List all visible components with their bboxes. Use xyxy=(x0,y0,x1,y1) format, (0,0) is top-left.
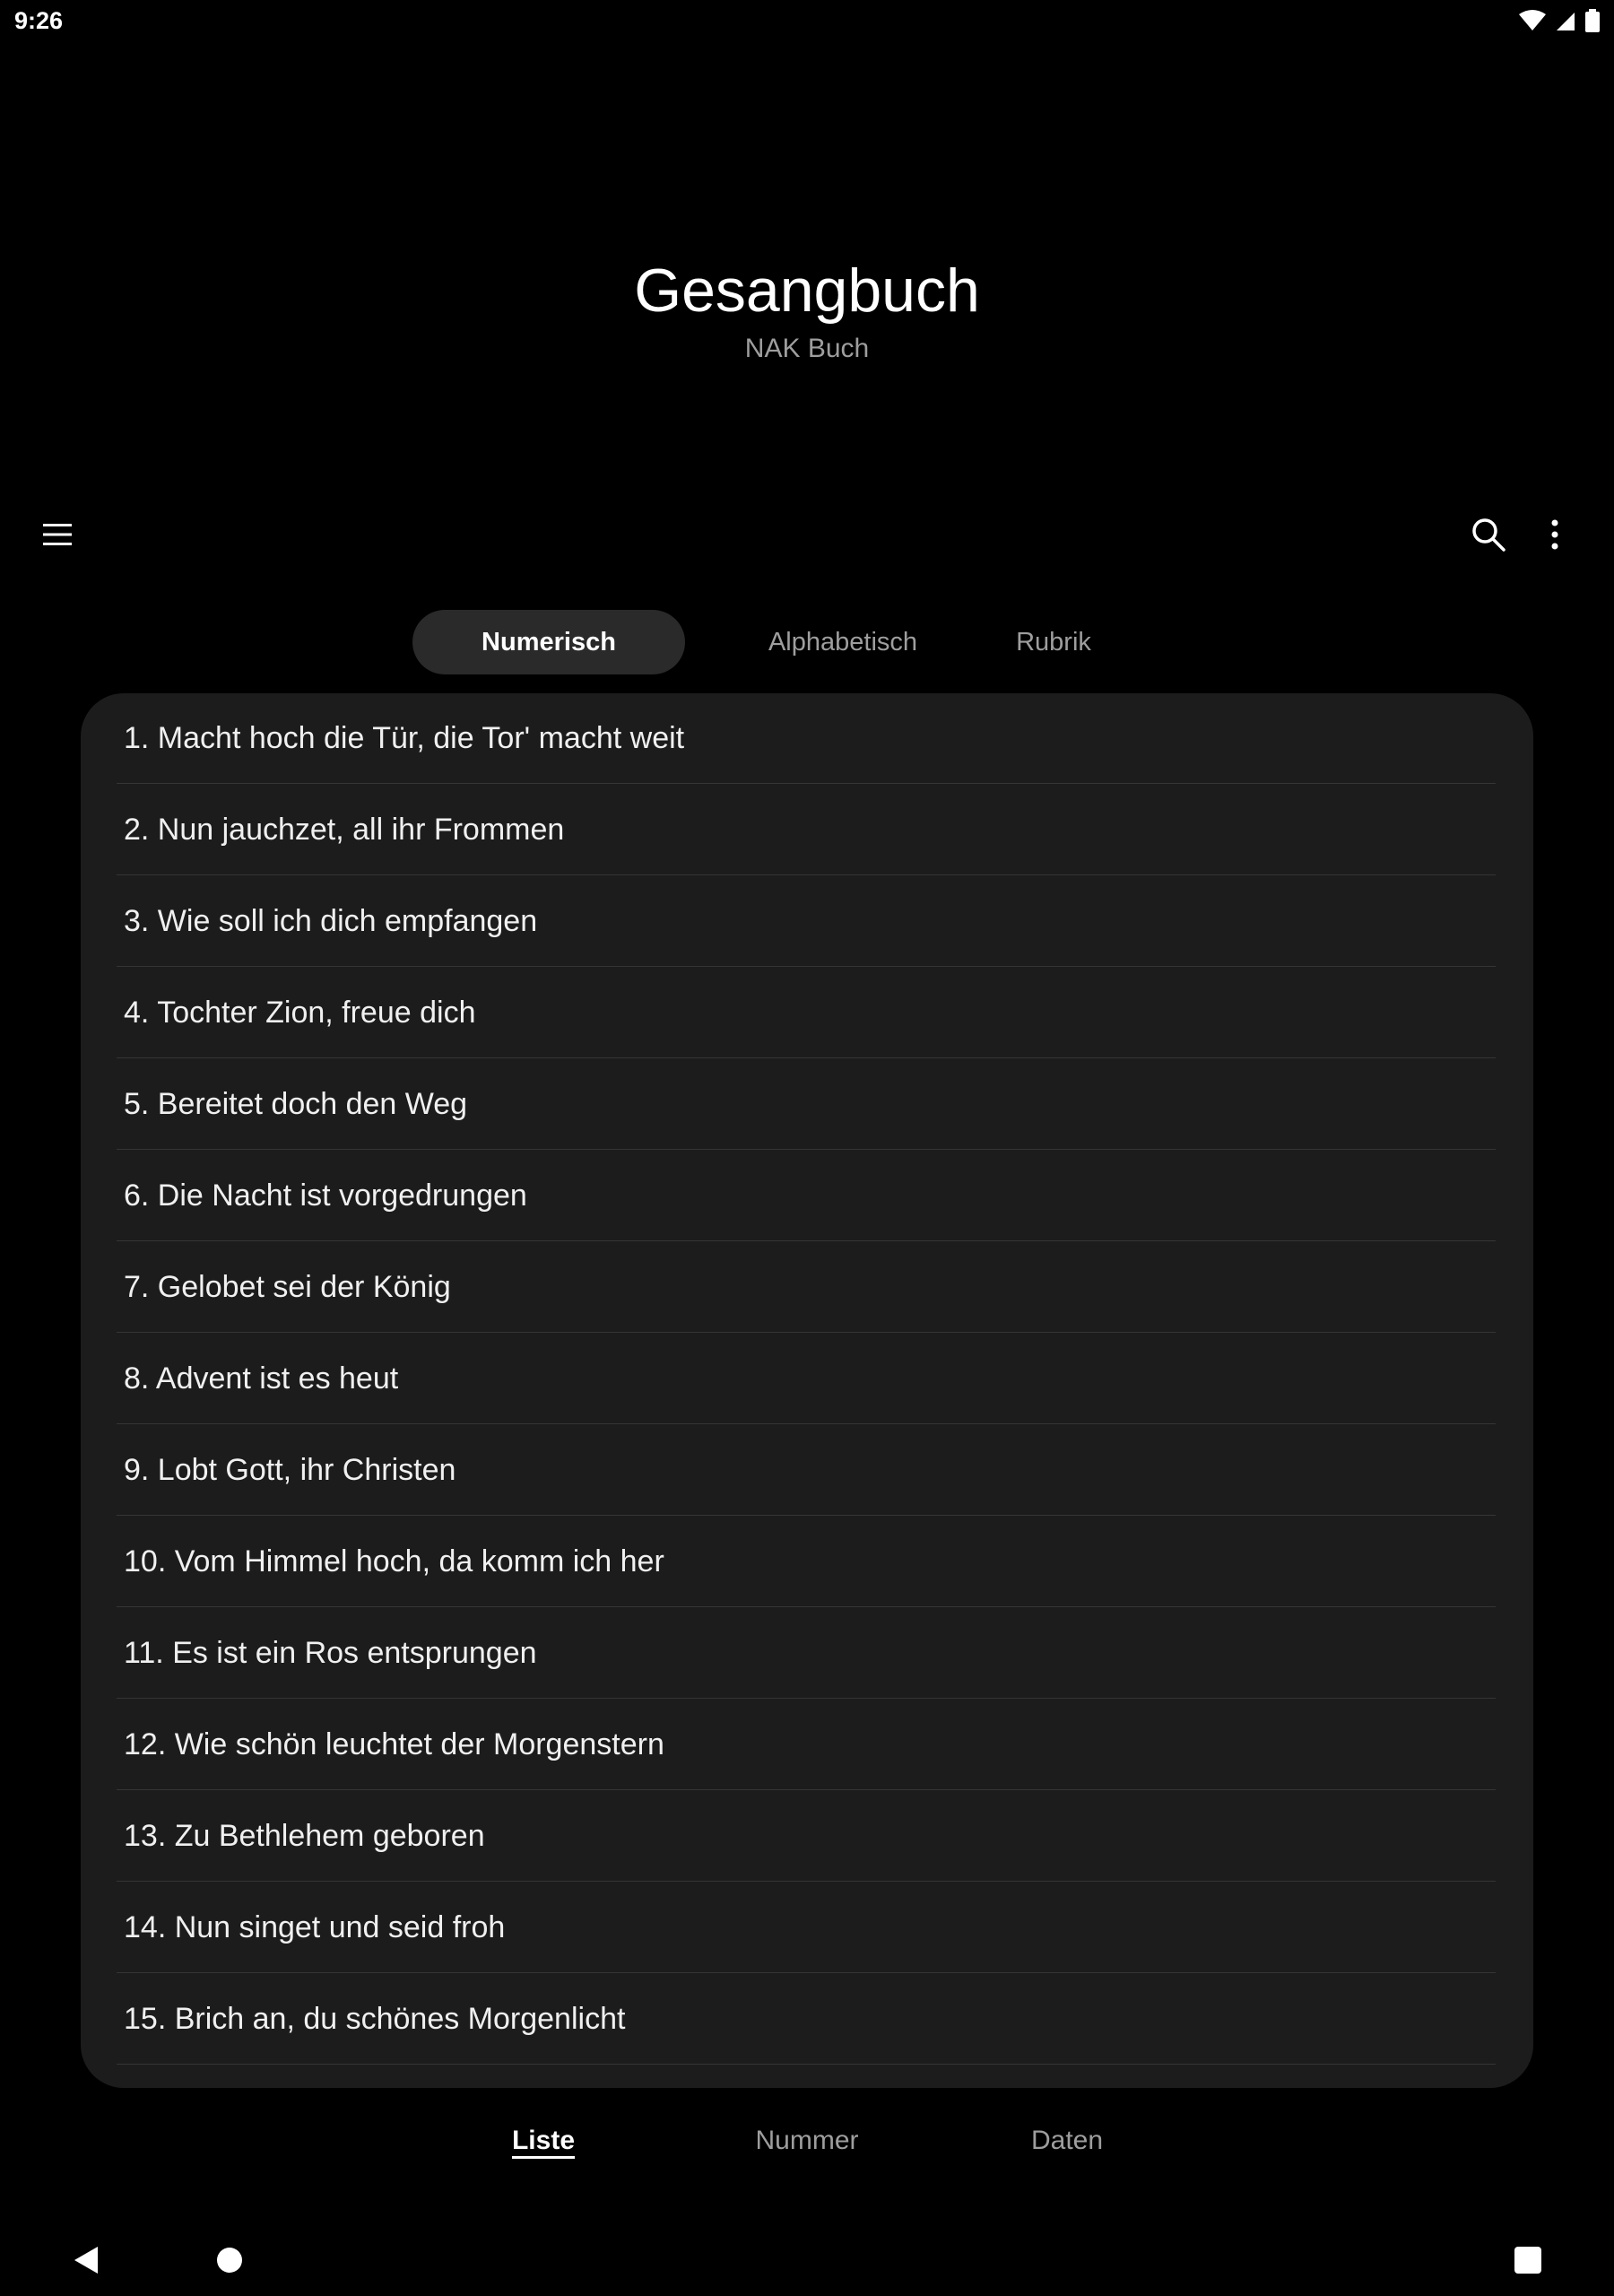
nav-liste[interactable]: Liste xyxy=(484,2126,603,2156)
hamburger-menu-icon xyxy=(43,524,72,545)
app-title: Gesangbuch xyxy=(634,257,980,325)
status-bar: 9:26 xyxy=(0,0,1614,45)
back-button[interactable] xyxy=(59,2233,113,2287)
list-item[interactable]: 9. Lobt Gott, ihr Christen xyxy=(117,1425,1496,1516)
list-item[interactable]: 2. Nun jauchzet, all ihr Frommen xyxy=(117,785,1496,875)
list-item[interactable]: 14. Nun singet und seid froh xyxy=(117,1883,1496,1973)
list-item[interactable]: 10. Vom Himmel hoch, da komm ich her xyxy=(117,1517,1496,1607)
recents-icon xyxy=(1514,2247,1541,2274)
search-button[interactable] xyxy=(1456,502,1521,567)
back-icon xyxy=(74,2247,98,2274)
cellular-signal-icon xyxy=(1557,13,1575,30)
more-vert-icon xyxy=(1551,519,1558,550)
status-icons xyxy=(1519,9,1600,32)
list-item[interactable]: 4. Tochter Zion, freue dich xyxy=(117,968,1496,1058)
status-time: 9:26 xyxy=(14,7,64,34)
search-icon xyxy=(1472,518,1506,552)
list-item[interactable]: 5. Bereitet doch den Weg xyxy=(117,1059,1496,1150)
more-options-button[interactable] xyxy=(1523,502,1587,567)
home-icon xyxy=(217,2248,242,2273)
tab-rubrik[interactable]: Rubrik xyxy=(986,610,1121,674)
sort-tabs: Numerisch Alphabetisch Rubrik xyxy=(412,610,1202,674)
recents-button[interactable] xyxy=(1501,2233,1555,2287)
menu-button[interactable] xyxy=(25,502,90,567)
tab-alphabetisch[interactable]: Alphabetisch xyxy=(708,610,977,674)
list-item[interactable]: 12. Wie schön leuchtet der Morgenstern xyxy=(117,1700,1496,1790)
tab-numerisch[interactable]: Numerisch xyxy=(412,610,685,674)
list-item[interactable]: 8. Advent ist es heut xyxy=(117,1334,1496,1424)
wifi-icon xyxy=(1519,10,1546,30)
list-item[interactable]: 3. Wie soll ich dich empfangen xyxy=(117,876,1496,967)
list-item[interactable]: 11. Es ist ein Ros entsprungen xyxy=(117,1608,1496,1699)
system-navigation-bar xyxy=(0,2215,1614,2296)
list-item[interactable]: 7. Gelobet sei der König xyxy=(117,1242,1496,1333)
list-item[interactable]: 15. Brich an, du schönes Morgenlicht xyxy=(117,1974,1496,2065)
battery-icon xyxy=(1585,9,1600,32)
bottom-navigation: Liste Nummer Daten xyxy=(0,2117,1614,2170)
list-item[interactable]: 1. Macht hoch die Tür, die Tor' macht we… xyxy=(117,693,1496,784)
list-item[interactable]: 13. Zu Bethlehem geboren xyxy=(117,1791,1496,1882)
nav-daten[interactable]: Daten xyxy=(1013,2126,1121,2156)
app-subtitle: NAK Buch xyxy=(744,334,870,363)
song-list: 1. Macht hoch die Tür, die Tor' macht we… xyxy=(81,693,1533,2088)
home-button[interactable] xyxy=(203,2233,256,2287)
nav-nummer[interactable]: Nummer xyxy=(735,2126,879,2156)
list-item[interactable]: 6. Die Nacht ist vorgedrungen xyxy=(117,1151,1496,1241)
